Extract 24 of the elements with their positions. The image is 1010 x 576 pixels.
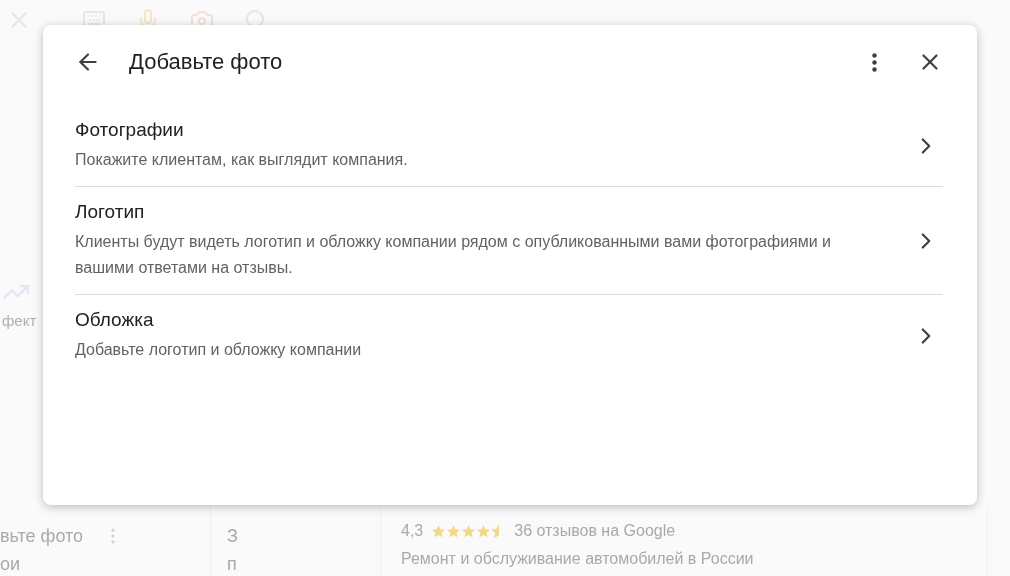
card-text: ои (0, 554, 22, 574)
half-star-icon (491, 523, 500, 539)
card-text: п (227, 554, 238, 574)
photo-option[interactable]: Логотип Клиенты будут видеть логотип и обложку компании рядом с опубликованными вами фотографиями и вашими ответами на отзывы. (75, 187, 943, 295)
business-category: Ремонт и обслуживание автомобилей в России (401, 550, 755, 568)
star-icon (476, 523, 492, 539)
more-icon (872, 52, 877, 72)
card-title: З (227, 526, 239, 546)
star-icon (431, 523, 447, 539)
card-title: вьте фото (0, 526, 84, 546)
dialog-title: Добавьте фото (129, 49, 284, 75)
option-title: Логотип (75, 201, 146, 223)
star-icon (461, 523, 477, 539)
side-label: фект (2, 311, 37, 329)
option-description: Добавьте логотип и обложку компании (75, 340, 363, 360)
rating-value: 4,3 (401, 522, 424, 540)
more-button[interactable] (872, 52, 877, 72)
option-title: Обложка (75, 309, 155, 331)
star-icon (446, 523, 462, 539)
photo-option[interactable]: Обложка Добавьте логотип и обложку компании (75, 295, 943, 376)
photo-option[interactable]: Фотографии Покажите клиентам, как выглядит компания. (75, 105, 943, 187)
option-description: Клиенты будут видеть логотип и обложку компании рядом с опубликованными вами фотографиями и вашими ответами на отзывы. (75, 232, 833, 278)
option-title: Фотографии (75, 119, 185, 141)
option-description: Покажите клиентам, как выглядит компания. (75, 150, 409, 170)
